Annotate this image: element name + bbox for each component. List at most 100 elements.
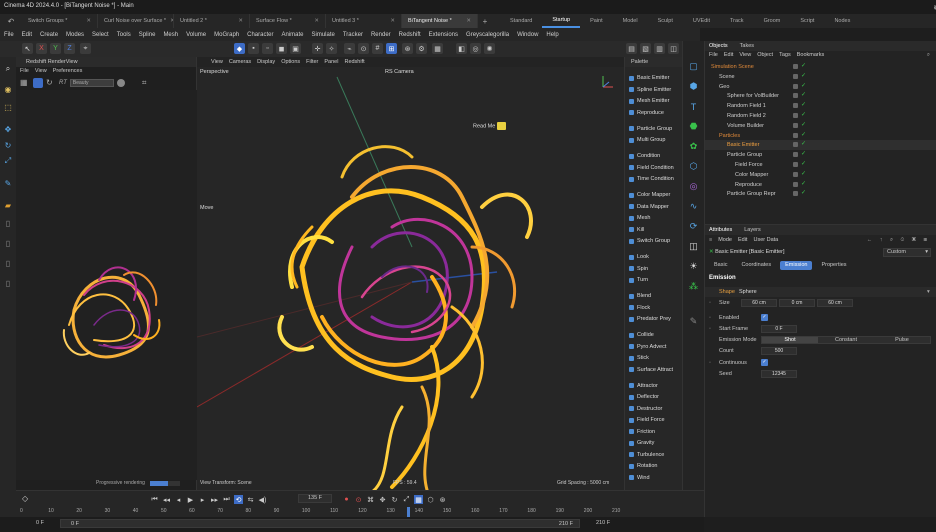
layout-tab[interactable]: Track <box>720 14 754 28</box>
menu-animate[interactable]: Animate <box>277 32 307 38</box>
visibility-dot-icon[interactable] <box>793 171 798 177</box>
model-mode-icon[interactable]: ◆ <box>234 43 245 54</box>
search-icon[interactable]: ⌕ <box>2 63 14 75</box>
menu-help[interactable]: Help <box>542 32 562 38</box>
tool-icon-a[interactable]: ▯ <box>2 217 14 229</box>
edges-mode-icon[interactable]: ▫ <box>262 43 273 54</box>
palette-item-pyro-advect[interactable]: Pyro Advect <box>625 342 683 352</box>
object-flags[interactable]: ✓ <box>793 92 806 99</box>
menu-file[interactable]: File <box>0 32 18 38</box>
preset-select[interactable]: Custom ▾ <box>883 248 931 257</box>
spline-pen-icon[interactable]: ✎ <box>2 177 14 189</box>
close-tab-icon[interactable]: ✕ <box>390 18 395 24</box>
palette-item-basic-emitter[interactable]: Basic Emitter <box>625 73 683 83</box>
mograph-icon[interactable]: ⬣ <box>688 121 699 132</box>
close-tab-icon[interactable]: ✕ <box>314 18 319 24</box>
range-end-field[interactable]: 210 F <box>596 520 610 526</box>
tool-icon-d[interactable]: ▯ <box>2 277 14 289</box>
palette-item-destructor[interactable]: Destructor <box>625 404 683 414</box>
text-icon[interactable]: T <box>688 101 699 112</box>
visibility-dot-icon[interactable] <box>793 113 798 118</box>
palette-item-spin[interactable]: Spin <box>625 264 683 274</box>
menu-modes[interactable]: Modes <box>62 32 88 38</box>
object-flags[interactable]: ✓ <box>793 181 806 187</box>
menu-edit[interactable]: Edit <box>18 32 36 38</box>
palette-item-look[interactable]: Look <box>625 252 683 262</box>
om-menu-tags[interactable]: Tags <box>779 51 791 60</box>
am-menu-user-data[interactable]: User Data <box>753 235 778 246</box>
menu-simulate[interactable]: Simulate <box>308 32 339 38</box>
palette-item-color-mapper[interactable]: Color Mapper <box>625 190 683 200</box>
layout-tab[interactable]: Groom <box>754 14 791 28</box>
object-row[interactable]: Particles ✓ <box>705 131 936 141</box>
vp-menu-filter[interactable]: Filter <box>306 57 318 67</box>
palette-item-deflector[interactable]: Deflector <box>625 392 683 402</box>
param-key-icon[interactable]: ▦ <box>414 495 423 504</box>
palette-item-gravity[interactable]: Gravity <box>625 438 683 448</box>
y-axis-icon[interactable]: Y <box>50 43 61 54</box>
palette-item-attractor[interactable]: Attractor <box>625 381 683 391</box>
coordinate-system-icon[interactable]: ⌖ <box>80 43 91 54</box>
enabled-check-icon[interactable]: ✓ <box>801 190 806 196</box>
prev-key-icon[interactable]: ◂◂ <box>162 495 171 504</box>
timeline[interactable]: ◇ ⏮ ◂◂ ◂ ▶ ▸ ▸▸ ⏭ ⟲ ⇆ ◀) 135 F ● ⊙ ⌘ ✥ ↻… <box>16 490 704 517</box>
enabled-check-icon[interactable]: ✓ <box>801 83 806 89</box>
visibility-dot-icon[interactable] <box>793 181 798 187</box>
renderview-menu-file[interactable]: File <box>20 67 29 76</box>
layout-icon-1[interactable]: ▤ <box>626 43 637 54</box>
go-to-end-icon[interactable]: ⏭ <box>222 495 231 504</box>
doc-tab[interactable]: Untitled 3 * ✕ <box>326 14 402 28</box>
undo-icon[interactable]: ↶ <box>0 14 22 28</box>
menu-greyscalegorilla[interactable]: Greyscalegorilla <box>462 32 513 38</box>
enabled-check-icon[interactable]: ✓ <box>801 92 806 98</box>
om-menu-file[interactable]: File <box>709 51 718 60</box>
object-row[interactable]: Particle Group ✓ <box>705 150 936 160</box>
keyframe-dot-icon[interactable]: ◦ <box>709 358 711 368</box>
object-flags[interactable]: ✓ <box>793 151 806 158</box>
enabled-check-icon[interactable]: ✓ <box>801 141 806 147</box>
object-row[interactable]: Simulation Scene ✓ <box>705 62 936 72</box>
object-row[interactable]: Basic Emitter ✓ <box>705 140 936 151</box>
object-flags[interactable]: ✓ <box>793 63 806 69</box>
position-key-icon[interactable]: ✥ <box>378 495 387 504</box>
vp-menu-options[interactable]: Options <box>281 57 300 67</box>
rt-icon[interactable]: RT <box>59 80 67 86</box>
palette-item-multi-group[interactable]: Multi Group <box>625 135 683 145</box>
om-menu-edit[interactable]: Edit <box>724 51 733 60</box>
light-object-icon[interactable]: ☀ <box>688 261 699 272</box>
om-menu-bookmarks[interactable]: Bookmarks <box>797 51 825 60</box>
enabled-check-icon[interactable]: ✓ <box>801 171 806 177</box>
tab-objects[interactable]: Objects <box>709 41 728 51</box>
layout-tab[interactable]: Model <box>613 14 648 28</box>
object-row[interactable]: Reproduce ✓ <box>705 180 936 190</box>
object-row[interactable]: Color Mapper ✓ <box>705 170 936 180</box>
object-flags[interactable]: ✓ <box>793 122 806 128</box>
menu-select[interactable]: Select <box>88 32 113 38</box>
layout-icon-2[interactable]: ▧ <box>640 43 651 54</box>
keyframe-dot-icon[interactable]: ◦ <box>709 324 711 334</box>
object-row[interactable]: Volume Builder ✓ <box>705 121 936 131</box>
subtab-basic[interactable]: Basic <box>709 261 732 270</box>
palette-item-predator-prey[interactable]: Predator Prey <box>625 314 683 324</box>
enabled-check-icon[interactable]: ✓ <box>801 102 806 108</box>
om-menu-object[interactable]: Object <box>757 51 773 60</box>
timeline-icon[interactable]: ⇆ <box>246 495 255 504</box>
layout-tab[interactable]: Standard <box>500 14 542 28</box>
render-view-icon[interactable]: ⊛ <box>402 43 413 54</box>
menu-mograph[interactable]: MoGraph <box>210 32 243 38</box>
spline-icon[interactable]: ∿ <box>688 201 699 212</box>
scale-key-icon[interactable]: ⤢ <box>402 495 411 504</box>
render-picture-viewer-icon[interactable]: ▦ <box>432 43 443 54</box>
palette-item-turn[interactable]: Turn <box>625 275 683 285</box>
visibility-dot-icon[interactable] <box>793 73 798 79</box>
object-row[interactable]: Field Force ✓ <box>705 160 936 170</box>
object-flags[interactable]: ✓ <box>793 112 806 118</box>
menu-tools[interactable]: Tools <box>113 32 135 38</box>
visibility-dot-icon[interactable] <box>793 191 798 197</box>
visibility-dot-icon[interactable] <box>793 122 798 128</box>
doc-tab[interactable]: Untitled 2 * ✕ <box>174 14 250 28</box>
mode-shot-button[interactable]: Shot <box>762 337 818 343</box>
om-menu-view[interactable]: View <box>739 51 751 60</box>
palette-item-time-condition[interactable]: Time Condition <box>625 174 683 184</box>
menu-character[interactable]: Character <box>243 32 277 38</box>
